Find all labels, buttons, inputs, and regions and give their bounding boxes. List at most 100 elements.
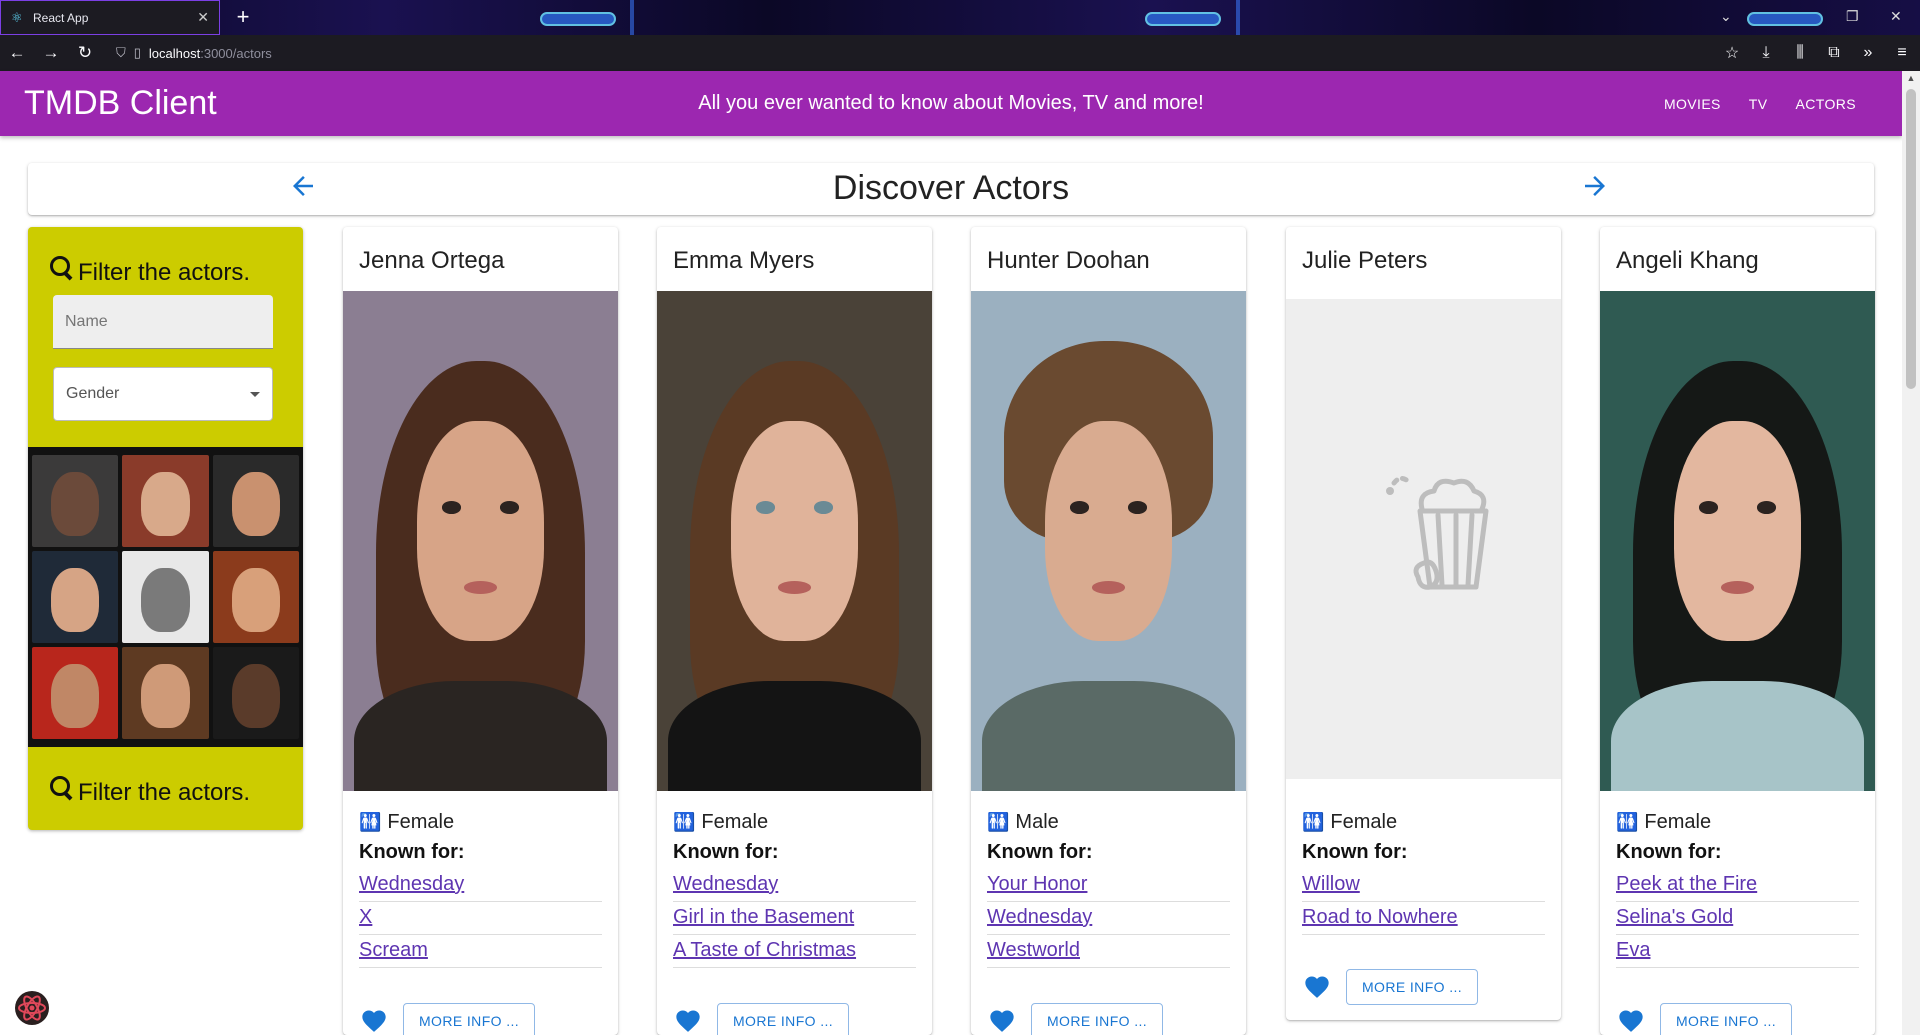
known-for-link[interactable]: Wednesday: [673, 869, 916, 902]
more-info-button[interactable]: MORE INFO ...: [1346, 969, 1479, 1005]
restore-window-icon[interactable]: ❐: [1846, 8, 1859, 25]
known-for-link[interactable]: Your Honor: [987, 869, 1230, 902]
page-header: Discover Actors: [28, 163, 1874, 215]
more-info-button[interactable]: MORE INFO ...: [1031, 1003, 1164, 1035]
known-for-link[interactable]: Wednesday: [987, 902, 1230, 935]
known-for-link[interactable]: Selina's Gold: [1616, 902, 1859, 935]
collage-portrait: [122, 455, 209, 547]
known-for-link[interactable]: X: [359, 902, 602, 935]
known-for-label: Known for:: [1616, 841, 1722, 863]
menu-movies[interactable]: MOVIES: [1650, 88, 1735, 120]
scrollbar-thumb[interactable]: [1906, 89, 1916, 389]
known-for-link[interactable]: Peek at the Fire: [1616, 869, 1859, 902]
more-info-button[interactable]: MORE INFO ...: [717, 1003, 850, 1035]
known-for-link[interactable]: Eva: [1616, 935, 1859, 968]
name-filter-input[interactable]: [53, 295, 273, 349]
actor-photo[interactable]: [971, 291, 1246, 791]
forward-icon[interactable]: →: [34, 43, 68, 63]
browser-navbar: ← → ↻ ⛉ ▯ localhost:3000/actors ☆ ⤓ ⫼ ⧉ …: [0, 35, 1920, 71]
collage-portrait: [212, 551, 299, 643]
known-for-label: Known for:: [359, 841, 465, 863]
tab-close-icon[interactable]: ✕: [197, 9, 209, 26]
more-info-button[interactable]: MORE INFO ...: [1660, 1003, 1793, 1035]
heart-icon[interactable]: [359, 1007, 389, 1035]
collage-portrait: [212, 455, 299, 547]
app-menu-icon[interactable]: ≡: [1892, 44, 1912, 62]
heart-icon[interactable]: [673, 1007, 703, 1035]
library-icon[interactable]: ⫼: [1790, 44, 1810, 62]
heart-icon[interactable]: [987, 1007, 1017, 1035]
actor-actions: MORE INFO ...: [987, 1003, 1164, 1035]
known-for-link[interactable]: Willow: [1302, 869, 1545, 902]
actor-info: 🚻 Female Known for: Wednesday X Scream: [359, 809, 602, 968]
browser-tab[interactable]: ⚛ React App ✕: [0, 0, 220, 35]
gender-icon: 🚻: [1616, 811, 1639, 832]
known-for-label: Known for:: [987, 841, 1093, 863]
actor-name: Angeli Khang: [1616, 247, 1759, 274]
collage-portrait: [122, 647, 209, 739]
dropdown-caret-icon: [250, 392, 260, 397]
known-for-label: Known for:: [1302, 841, 1408, 863]
browser-tabstrip: ⚛ React App ✕ + ⌄ ❐ ✕: [0, 0, 1920, 35]
collage-portrait: [212, 647, 299, 739]
actor-actions: MORE INFO ...: [1302, 969, 1479, 1005]
menu-actors[interactable]: ACTORS: [1782, 88, 1871, 120]
known-for-link[interactable]: Road to Nowhere: [1302, 902, 1545, 935]
gender-row: 🚻 Female: [1616, 809, 1859, 835]
url-bar[interactable]: ⛉ ▯ localhost:3000/actors: [112, 40, 1744, 66]
actor-gender: Female: [1644, 810, 1712, 833]
bookmark-star-icon[interactable]: ☆: [1722, 43, 1742, 63]
search-icon: [48, 774, 74, 800]
actor-photo[interactable]: [1600, 291, 1875, 791]
heart-icon[interactable]: [1302, 973, 1332, 1001]
actor-info: 🚻 Female Known for: Peek at the Fire Seli…: [1616, 809, 1859, 968]
known-for-link[interactable]: A Taste of Christmas: [673, 935, 916, 968]
filter-footer: Filter the actors.: [48, 767, 250, 807]
known-for-link[interactable]: Wednesday: [359, 869, 602, 902]
search-icon: [48, 254, 74, 280]
actors-collage-image: [28, 447, 303, 747]
actor-gender: Male: [1015, 810, 1059, 833]
close-window-icon[interactable]: ✕: [1890, 8, 1902, 25]
react-favicon-icon: ⚛: [11, 9, 23, 25]
extensions-icon[interactable]: ⧉: [1824, 44, 1844, 62]
collage-portrait: [122, 551, 209, 643]
actor-photo[interactable]: [657, 291, 932, 791]
more-info-button[interactable]: MORE INFO ...: [403, 1003, 536, 1035]
overflow-chevron-icon[interactable]: »: [1858, 44, 1878, 62]
actor-actions: MORE INFO ...: [359, 1003, 536, 1035]
known-for-link[interactable]: Girl in the Basement: [673, 902, 916, 935]
new-tab-button[interactable]: +: [230, 5, 256, 31]
download-icon[interactable]: ⤓: [1756, 44, 1776, 62]
heart-icon[interactable]: [1616, 1007, 1646, 1035]
actor-photo-placeholder[interactable]: [1286, 299, 1561, 779]
tabstrip-decoration: [1145, 12, 1221, 26]
gender-icon: 🚻: [1302, 811, 1325, 832]
actor-name: Emma Myers: [673, 247, 815, 274]
actor-card: Emma Myers 🚻 Female Known for: Wednesday …: [657, 227, 932, 1035]
actor-info: 🚻 Male Known for: Your Honor Wednesday We…: [987, 809, 1230, 968]
actor-photo[interactable]: [343, 291, 618, 791]
back-icon[interactable]: ←: [0, 43, 34, 63]
filter-title: Filter the actors.: [78, 259, 251, 286]
collage-portrait: [32, 455, 119, 547]
gender-select[interactable]: Gender: [53, 367, 273, 421]
reload-icon[interactable]: ↻: [68, 43, 102, 63]
menu-tv[interactable]: TV: [1735, 88, 1782, 120]
known-for-link[interactable]: Westworld: [987, 935, 1230, 968]
actor-actions: MORE INFO ...: [673, 1003, 850, 1035]
filter-footer-title: Filter the actors.: [78, 779, 251, 806]
scroll-up-icon[interactable]: ▲: [1902, 73, 1920, 83]
actor-gender: Female: [701, 810, 769, 833]
gender-row: 🚻 Female: [673, 809, 916, 835]
url-path: :3000/actors: [200, 45, 272, 61]
known-for-link[interactable]: Scream: [359, 935, 602, 968]
shield-icon[interactable]: ⛉: [116, 45, 126, 61]
list-all-tabs-icon[interactable]: ⌄: [1720, 8, 1732, 25]
tabstrip-decoration: [540, 12, 616, 26]
filter-card: Filter the actors. Gender Filter the act…: [28, 227, 303, 830]
page-scrollbar[interactable]: ▲: [1902, 71, 1920, 1035]
next-page-arrow-icon[interactable]: [1580, 171, 1610, 209]
react-devtools-icon[interactable]: [14, 990, 50, 1026]
actor-card: Hunter Doohan 🚻 Male Known for: Your Hono…: [971, 227, 1246, 1035]
